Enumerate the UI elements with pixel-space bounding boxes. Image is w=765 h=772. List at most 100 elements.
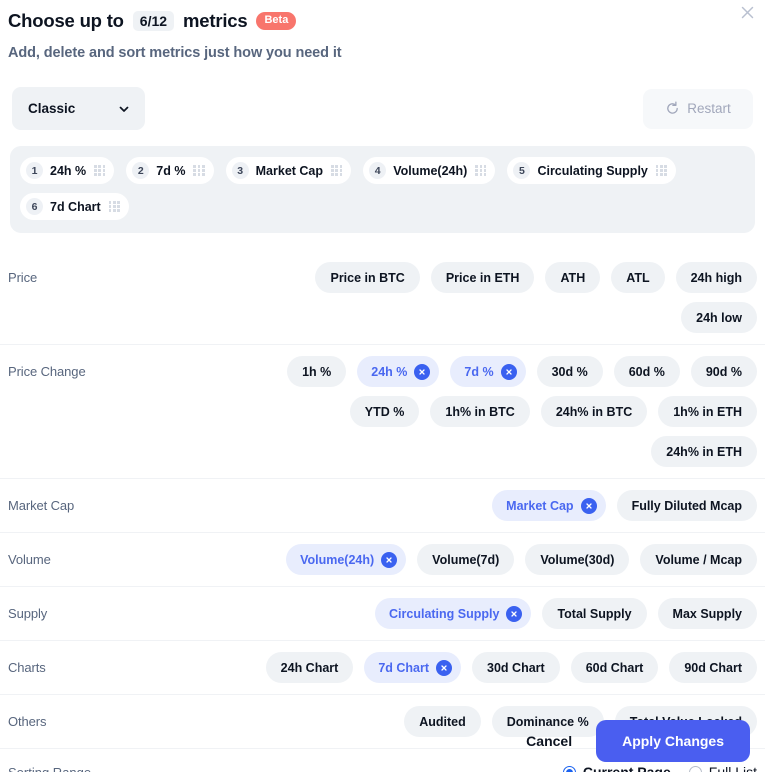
metric-chip-selected[interactable]: 7d % [450,356,526,387]
customize-metrics-modal: Choose up to 6/12 metrics Beta Add, dele… [0,0,765,772]
metrics-counter: 6/12 [132,11,175,31]
metric-chip-label: Price in BTC [330,270,405,285]
metric-chip[interactable]: 60d Chart [570,652,659,683]
page-title: Choose up to [8,10,124,31]
metric-row: Supply Circulating Supply Total Supply Max … [0,587,765,641]
metric-chip-label: Volume(7d) [432,552,500,567]
metric-chip[interactable]: Total Supply [542,598,647,629]
selected-metric-chip[interactable]: 2 7d % [126,157,214,184]
selected-metric-label: 24h % [50,163,87,178]
selected-metric-label: Circulating Supply [537,163,648,178]
metric-chip-label: 90d Chart [684,660,742,675]
metric-chip-label: 30d Chart [487,660,545,675]
metric-chip[interactable]: 24h low [681,302,757,333]
metric-chip[interactable]: Volume / Mcap [640,544,757,575]
remove-metric-icon[interactable] [500,363,517,380]
metric-row: Market Cap Market Cap Fully Diluted Mcap [0,479,765,533]
metric-chip-group: Price in BTC Price in ETH ATH ATL 24h high 24… [253,251,757,344]
drag-handle-icon[interactable] [331,164,343,177]
metric-chip[interactable]: 30d Chart [472,652,560,683]
metric-chip[interactable]: 24h Chart [265,652,354,683]
drag-handle-icon[interactable] [475,164,487,177]
apply-changes-button[interactable]: Apply Changes [596,720,750,762]
metric-chip[interactable]: 1h% in ETH [658,396,757,427]
metric-chip[interactable]: YTD % [349,396,420,427]
metric-chip-label: 60d % [628,364,665,379]
metric-chip-label: YTD % [364,404,405,419]
close-button[interactable] [735,0,759,24]
metric-chip[interactable]: ATH [545,262,601,293]
metric-chip[interactable]: 24h% in ETH [651,436,757,467]
metric-chip-label: Max Supply [672,606,742,621]
modal-header: Choose up to 6/12 metrics Beta Add, dele… [0,0,765,61]
selected-metric-order: 1 [26,162,43,179]
metric-row: Price Change 1h % 24h % 7d % 30d % 60d % 90d %… [0,345,765,479]
metric-chip-label: 30d % [551,364,588,379]
drag-handle-icon[interactable] [108,200,120,213]
drag-handle-icon[interactable] [193,164,205,177]
metric-row: Price Price in BTC Price in ETH ATH ATL 24h h… [0,251,765,345]
refresh-icon [667,101,679,114]
metric-chip[interactable]: 30d % [536,356,603,387]
preset-value: Classic [28,101,76,116]
metric-chip-selected[interactable]: 7d Chart [364,652,462,683]
metric-row-label: Charts [8,660,46,675]
metric-chip[interactable]: Max Supply [657,598,757,629]
metric-chip-label: Volume(30d) [540,552,615,567]
metric-chip-label: ATH [560,270,586,285]
metric-chip-label: 24h Chart [280,660,339,675]
metric-row-label: Price Change [8,364,86,379]
metric-chip-group: Market Cap Fully Diluted Mcap [253,479,757,532]
selected-metric-order: 5 [513,162,531,179]
controls-row: Classic Restart [0,87,765,130]
remove-metric-icon[interactable] [414,363,431,380]
restart-button[interactable]: Restart [643,88,753,129]
metric-chip-selected[interactable]: Circulating Supply [375,598,532,629]
metric-chip[interactable]: 1h % [287,356,347,387]
metric-chip[interactable]: 90d % [690,356,757,387]
remove-metric-icon[interactable] [506,605,523,622]
selected-metric-chip[interactable]: 6 7d Chart [20,193,129,220]
metric-chip-group: 1h % 24h % 7d % 30d % 60d % 90d % YTD % 1h% in … [253,345,757,478]
metric-chip-label: 60d Chart [585,660,644,675]
beta-badge: Beta [256,12,297,30]
selected-metric-order: 2 [132,162,150,179]
metric-chip-label: 1h% in ETH [673,404,742,419]
selected-metric-chip[interactable]: 1 24h % [20,157,115,184]
selected-metric-label: Market Cap [255,163,324,178]
drag-handle-icon[interactable] [655,164,668,177]
metric-chip[interactable]: Price in ETH [430,262,535,293]
metric-chip-group: Circulating Supply Total Supply Max Supply [253,587,757,640]
metric-chip-label: 7d % [464,364,494,379]
metric-chip-label: 24h % [371,364,408,379]
metric-chip-label: ATL [626,270,650,285]
remove-metric-icon[interactable] [436,659,453,676]
metric-chip[interactable]: 24h% in BTC [540,396,648,427]
metric-chip-selected[interactable]: 24h % [357,356,440,387]
preset-dropdown[interactable]: Classic [12,87,145,130]
metric-chip[interactable]: Fully Diluted Mcap [616,490,757,521]
metric-chip-label: 24h% in BTC [555,404,633,419]
metric-chip[interactable]: 24h high [675,262,757,293]
selected-metric-order: 4 [369,162,387,179]
metric-chip-selected[interactable]: Volume(24h) [286,544,407,575]
metric-chip[interactable]: Volume(7d) [417,544,515,575]
selected-metric-chip[interactable]: 4 Volume(24h) [363,157,496,184]
page-title-suffix: metrics [183,10,248,31]
selected-metric-label: 7d Chart [50,199,101,214]
metric-chip-label: Fully Diluted Mcap [631,498,742,513]
remove-metric-icon[interactable] [381,551,398,568]
metric-chip[interactable]: 1h% in BTC [430,396,530,427]
remove-metric-icon[interactable] [580,497,597,514]
metric-chip[interactable]: 60d % [613,356,680,387]
selected-metric-chip[interactable]: 3 Market Cap [225,157,352,184]
selected-metric-chip[interactable]: 5 Circulating Supply [507,157,677,184]
metric-chip[interactable]: Price in BTC [315,262,420,293]
metric-chip[interactable]: ATL [611,262,665,293]
metric-chip[interactable]: 90d Chart [669,652,757,683]
selected-metric-order: 6 [26,198,43,215]
metric-chip-selected[interactable]: Market Cap [492,490,606,521]
metric-chip[interactable]: Volume(30d) [525,544,630,575]
cancel-button[interactable]: Cancel [520,725,578,757]
drag-handle-icon[interactable] [94,164,106,177]
